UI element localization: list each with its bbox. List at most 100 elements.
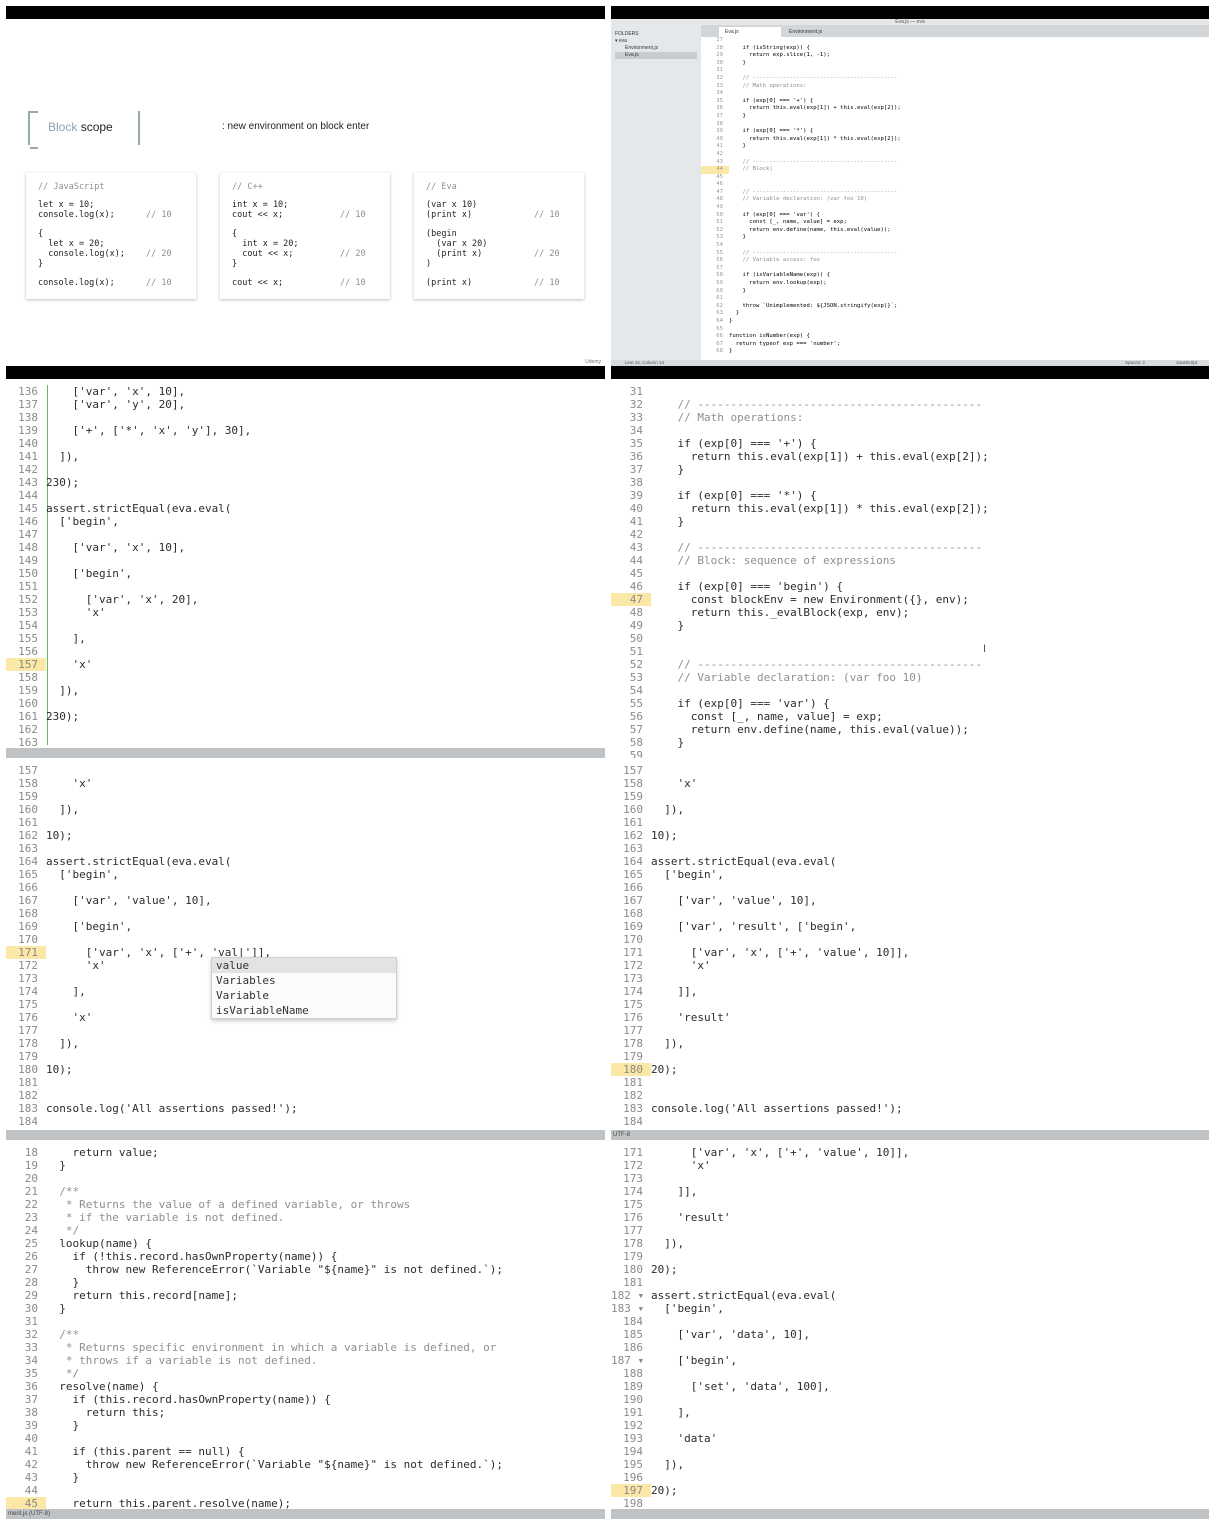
card-code-line: cout << x;// 10 [232, 278, 366, 289]
status-bar [611, 1509, 1209, 1519]
status-language[interactable]: JavaScript [1176, 360, 1197, 366]
line-text: } [46, 1471, 80, 1484]
line-text: // Math operations: [651, 411, 804, 424]
line-text: return env.define(name, this.eval(value)… [729, 226, 891, 233]
line-number: 22 [24, 1198, 38, 1211]
line-text: return this.record[name]; [46, 1289, 239, 1302]
line-text [46, 489, 605, 502]
code-line: 177 [611, 1224, 1209, 1237]
autocomplete-suggestion[interactable]: Variables [212, 973, 396, 988]
code-editor[interactable]: 31 32 // --------------------------------… [611, 385, 1209, 758]
code-line: 162 10); [6, 829, 605, 842]
code-line: 182 [6, 1089, 605, 1102]
line-number: 29 [716, 52, 723, 59]
code-line: 57 [701, 265, 1209, 273]
line-number: 167 [623, 894, 643, 907]
code-line: 51 [611, 645, 1209, 658]
line-text: ['var', 'result', ['begin', [651, 920, 857, 933]
line-number: 151 [18, 580, 38, 593]
status-indent[interactable]: Spaces: 2 [1125, 360, 1145, 366]
line-number: 175 [18, 998, 38, 1011]
line-number: 67 [716, 340, 723, 347]
code-line: 170 [6, 933, 605, 946]
line-text: ['begin', [46, 920, 133, 933]
code-line: 59 [611, 749, 1209, 758]
line-text: ]), [651, 1458, 685, 1471]
tab-environment-js[interactable]: Environment.js [783, 27, 845, 37]
code-editor-small[interactable]: 27 28 if (isString(exp)) {29 return exp.s… [701, 37, 1209, 356]
sidebar-item-environment[interactable]: Environment.js [615, 45, 697, 52]
line-text [651, 842, 1209, 855]
line-number: 176 [18, 1011, 38, 1024]
status-bar: ment.js (UTF-8) [6, 1509, 605, 1519]
code-line: 37 } [701, 113, 1209, 121]
code-line: 38 [611, 476, 1209, 489]
code-line: 189 ['set', 'data', 100], [611, 1380, 1209, 1393]
line-number: 193 [623, 1432, 643, 1445]
line-number: 194 [623, 1445, 643, 1458]
slide-title-rest: scope [80, 120, 113, 134]
line-number: 178 [18, 1037, 38, 1050]
line-number: 42 [716, 150, 723, 157]
line-number: 180 [18, 1063, 38, 1076]
line-text: * throws if a variable is not defined. [46, 1354, 318, 1367]
code-editor[interactable]: 136 ['var', 'x', 10], 137 ['var', 'y', 20… [6, 385, 605, 749]
autocomplete-suggestion[interactable]: value [212, 958, 396, 973]
code-editor[interactable]: 157 158 'x' 159 160 ]), 161 162 10); 163 164 asse… [6, 764, 605, 1128]
line-number: 157 [623, 764, 643, 777]
line-number: 42 [629, 528, 643, 541]
line-number: 136 [18, 385, 38, 398]
line-text: 20); [651, 1484, 678, 1497]
line-number: 177 [623, 1224, 643, 1237]
line-number: 164 [623, 855, 643, 868]
code-example-card: // JavaScript let x = 10; console.log(x); /… [26, 173, 196, 299]
line-text: } [651, 515, 685, 528]
line-text: 10); [46, 1063, 73, 1076]
line-text: if (exp[0] === '*') { [729, 128, 814, 135]
line-number: 41 [716, 143, 723, 150]
line-text: assert.strictEqual(eva.eval( [46, 502, 232, 515]
line-number: 175 [623, 1198, 643, 1211]
line-number: 160 [623, 803, 643, 816]
sidebar-item-eva[interactable]: ▾ eva [615, 38, 697, 45]
line-number: 55 [716, 249, 723, 256]
code-line: 184 [6, 1115, 605, 1128]
line-text: ['begin', [46, 515, 119, 528]
line-text: /** [46, 1185, 80, 1198]
line-text: if (this.parent == null) { [46, 1445, 245, 1458]
autocomplete-suggestion[interactable]: isVariableName [212, 1003, 396, 1018]
code-line: 163 [611, 842, 1209, 855]
code-line: 178 ]), [6, 1037, 605, 1050]
line-text: ['var', 'x', ['+', 'value', 10]], [651, 946, 910, 959]
card-code-line: } [38, 258, 44, 269]
code-editor[interactable]: 18 return value; 19 } 20 21 /** 22 * Returns… [6, 1146, 605, 1519]
card-code-line: (print x)// 10 [426, 209, 560, 220]
line-text: ['begin', [651, 868, 724, 881]
code-editor[interactable]: 157 158 'x' 159 160 ]), 161 162 10); 163 164 asse… [611, 764, 1209, 1128]
line-text: } [729, 287, 746, 294]
code-line: 65 [701, 326, 1209, 334]
sidebar-item-eva-js[interactable]: Eva.js [615, 52, 697, 59]
line-text: if (exp[0] === '+') { [729, 97, 814, 104]
line-text: 'x' [46, 606, 106, 619]
line-text: } [46, 1159, 66, 1172]
line-text: ], [46, 632, 86, 645]
tab-eva-js[interactable]: Eva.js [719, 27, 781, 37]
line-number: 140 [18, 437, 38, 450]
line-number: 145 [18, 502, 38, 515]
code-line: 175 [611, 998, 1209, 1011]
line-number: 178 [623, 1037, 643, 1050]
code-line: 181 [6, 1076, 605, 1089]
line-number: 51 [629, 645, 643, 658]
code-line: 158 'x' [611, 777, 1209, 790]
line-number: 160 [18, 697, 38, 710]
code-line: 35 */ [6, 1367, 605, 1380]
autocomplete-suggestion[interactable]: Variable [212, 988, 396, 1003]
line-number: 155 [18, 632, 38, 645]
status-bar [6, 748, 605, 758]
line-number: 149 [18, 554, 38, 567]
code-editor[interactable]: 171 ['var', 'x', ['+', 'value', 10]], 172… [611, 1146, 1209, 1519]
line-text: const [_, name, value] = exp; [651, 710, 883, 723]
line-text [651, 1076, 1209, 1089]
line-number: 46 [716, 181, 723, 188]
